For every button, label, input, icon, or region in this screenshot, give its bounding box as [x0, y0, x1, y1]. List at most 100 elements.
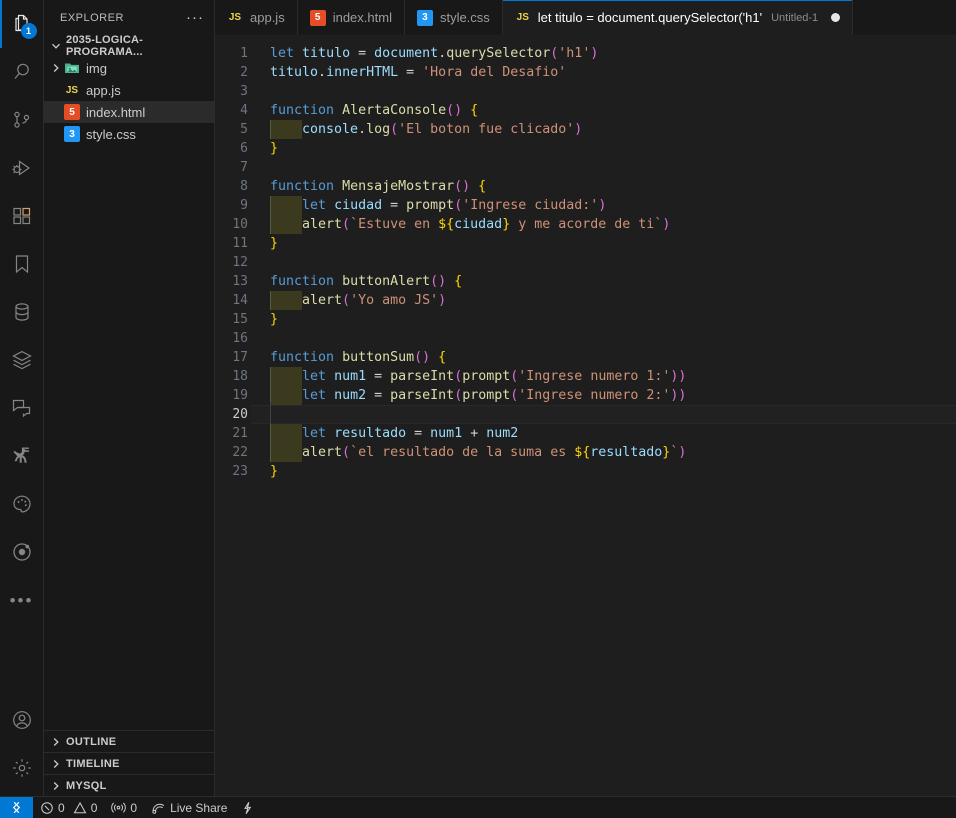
- ionic-icon: [12, 543, 31, 561]
- line-number: 4: [240, 103, 248, 118]
- code-line[interactable]: 23 }: [215, 462, 956, 481]
- status-extra-action[interactable]: [234, 797, 261, 818]
- account-icon: [12, 711, 31, 729]
- chevron-right-icon: [48, 60, 64, 76]
- code-line[interactable]: 22 alert(`el resultado de la suma es ${r…: [215, 443, 956, 462]
- tab-dirty-indicator[interactable]: [831, 13, 841, 22]
- code-line[interactable]: 6 }: [215, 139, 956, 158]
- chevron-down-icon: [48, 38, 64, 54]
- code-line[interactable]: 16: [215, 329, 956, 348]
- status-live-share[interactable]: Live Share: [144, 797, 234, 818]
- tree-item-style-css[interactable]: 3 style.css: [44, 123, 214, 145]
- code-line[interactable]: 2 titulo.innerHTML = 'Hora del Desafio': [215, 63, 956, 82]
- activity-item-theme[interactable]: [0, 480, 44, 528]
- code-line[interactable]: 18 let num1 = parseInt(prompt('Ingrese n…: [215, 367, 956, 386]
- line-content: let resultado = num1 + num2: [265, 424, 518, 443]
- line-number: 23: [232, 464, 248, 479]
- sidebar-section-outline[interactable]: OUTLINE: [44, 730, 214, 752]
- line-content: titulo.innerHTML = 'Hora del Desafio': [270, 65, 567, 80]
- sidebar-section-mysql[interactable]: MYSQL: [44, 774, 214, 796]
- activity-item-bookmarks[interactable]: [0, 240, 44, 288]
- code-line[interactable]: 19 let num2 = parseInt(prompt('Ingrese n…: [215, 386, 956, 405]
- line-number: 17: [232, 350, 248, 365]
- activity-item-more[interactable]: •••: [0, 576, 44, 624]
- activity-item-explorer[interactable]: 1: [0, 0, 44, 48]
- tree-item-label: style.css: [86, 126, 136, 142]
- code-line[interactable]: 14 alert('Yo amo JS'): [215, 291, 956, 310]
- activity-item-dinosaur[interactable]: [0, 432, 44, 480]
- code-line[interactable]: 5 console.log('El boton fue clicado'): [215, 120, 956, 139]
- activity-item-layers[interactable]: [0, 336, 44, 384]
- sidebar-section-timeline[interactable]: TIMELINE: [44, 752, 214, 774]
- status-problems[interactable]: 0 0: [33, 797, 104, 818]
- sidebar-more-actions-icon[interactable]: ···: [186, 10, 206, 25]
- code-line[interactable]: 7: [215, 158, 956, 177]
- tab-index-html[interactable]: 5 index.html: [297, 0, 405, 35]
- status-ports[interactable]: 0: [104, 797, 144, 818]
- line-number: 15: [232, 312, 248, 327]
- search-icon: [14, 63, 29, 79]
- line-number: 1: [240, 46, 248, 61]
- code-line-current[interactable]: 20: [215, 402, 956, 427]
- line-content: function AlertaConsole() {: [270, 103, 479, 118]
- line-content: alert('Yo amo JS'): [265, 291, 446, 310]
- code-line[interactable]: 3: [215, 82, 956, 101]
- line-content: }: [270, 236, 279, 251]
- layers-icon: [11, 350, 32, 370]
- activity-item-source-control[interactable]: [0, 96, 44, 144]
- code-line[interactable]: 17 function buttonSum() {: [215, 348, 956, 367]
- code-line[interactable]: 10 alert(`Estuve en ${ciudad} y me acord…: [215, 215, 956, 234]
- line-content: function buttonSum() {: [270, 350, 447, 365]
- activity-item-settings[interactable]: [0, 744, 44, 792]
- tree-item-img[interactable]: img: [44, 57, 214, 79]
- activity-item-ionic[interactable]: [0, 528, 44, 576]
- activity-item-search[interactable]: [0, 48, 44, 96]
- tab-untitled-1[interactable]: JS let titulo = document.querySelector('…: [502, 0, 854, 35]
- sidebar-header: EXPLORER ···: [44, 0, 214, 35]
- code-line[interactable]: 21 let resultado = num1 + num2: [215, 424, 956, 443]
- tree-root-label: 2035-LOGICA-PROGRAMA...: [66, 35, 143, 58]
- code-line[interactable]: 11 }: [215, 234, 956, 253]
- line-content: let num2 = parseInt(prompt('Ingrese nume…: [265, 386, 686, 405]
- code-editor[interactable]: 1 let titulo = document.querySelector('h…: [215, 35, 956, 796]
- html-icon: 5: [309, 9, 326, 26]
- tab-style-css[interactable]: 3 style.css: [404, 0, 503, 35]
- activity-item-extensions[interactable]: [0, 192, 44, 240]
- line-content: function buttonAlert() {: [270, 274, 463, 289]
- file-tree: 2035-LOGICA-PROGRAMA... img JS app.js 5 …: [44, 35, 214, 730]
- chevron-right-icon: [48, 734, 64, 750]
- line-number: 21: [232, 426, 248, 441]
- code-line[interactable]: 8 function MensajeMostrar() {: [215, 177, 956, 196]
- activity-item-run-and-debug[interactable]: [0, 144, 44, 192]
- folder-img-icon: [64, 60, 80, 76]
- activity-item-database[interactable]: [0, 288, 44, 336]
- tree-item-label: index.html: [86, 104, 146, 120]
- tab-label: index.html: [332, 10, 392, 25]
- tree-root-folder[interactable]: 2035-LOGICA-PROGRAMA...: [44, 35, 214, 58]
- explorer-badge: 1: [20, 23, 37, 39]
- tree-item-app-js[interactable]: JS app.js: [44, 79, 214, 101]
- line-content: }: [270, 464, 279, 479]
- activity-item-comments[interactable]: [0, 384, 44, 432]
- status-error-count: 0: [58, 800, 65, 815]
- js-icon: JS: [65, 84, 79, 96]
- status-remote-indicator[interactable]: [0, 797, 33, 818]
- tab-label: let titulo = document.querySelector('h1': [537, 10, 763, 25]
- code-line[interactable]: 4 function AlertaConsole() {: [215, 101, 956, 120]
- status-warning-count: 0: [90, 800, 98, 815]
- tree-item-index-html[interactable]: 5 index.html: [44, 101, 214, 123]
- activity-item-accounts[interactable]: [0, 696, 44, 744]
- line-number: 12: [232, 255, 248, 270]
- code-line[interactable]: 13 function buttonAlert() {: [215, 272, 956, 291]
- tab-app-js[interactable]: JS app.js: [215, 0, 298, 35]
- code-line[interactable]: 1 let titulo = document.querySelector('h…: [215, 44, 956, 63]
- editor-overview-ruler[interactable]: [942, 35, 956, 796]
- more-actions-icon: •••: [9, 590, 34, 610]
- code-line[interactable]: 9 let ciudad = prompt('Ingrese ciudad:'): [215, 196, 956, 215]
- line-content: alert(`el resultado de la suma es ${resu…: [265, 443, 686, 462]
- js-icon: JS: [228, 12, 242, 23]
- code-line[interactable]: 15 }: [215, 310, 956, 329]
- code-line[interactable]: 12: [215, 253, 956, 272]
- html-icon: 5: [64, 104, 80, 120]
